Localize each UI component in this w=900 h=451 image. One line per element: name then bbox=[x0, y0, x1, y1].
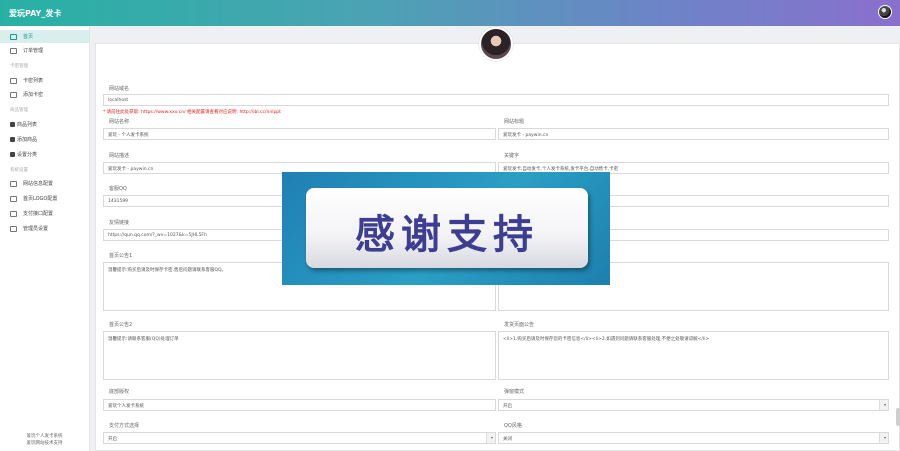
config-hint: * 请前往此处获取: https://www.xxx.cn/ 相关配置请查看对应… bbox=[103, 110, 281, 115]
copyright-label: 底部版权 bbox=[109, 389, 130, 395]
sidebar-item-label: 订单管理 bbox=[23, 48, 44, 54]
domain-input[interactable]: localhost bbox=[103, 94, 889, 106]
top-header: 爱玩PAY_发卡 bbox=[0, 0, 900, 26]
add-goods-icon bbox=[10, 137, 15, 142]
sidebar-item-card-list[interactable]: 卡密列表 bbox=[0, 74, 89, 87]
sidebar-item-category[interactable]: 设置分类 bbox=[0, 148, 89, 161]
switch-select-value: 开启 bbox=[503, 404, 512, 409]
qq-label: 客服QQ bbox=[109, 186, 127, 192]
site-name-label: 网站名称 bbox=[109, 119, 130, 125]
notice3-label: 发货页面公告 bbox=[504, 322, 535, 328]
notice1-label: 首页公告1 bbox=[109, 253, 133, 259]
notice2-label: 首页公告2 bbox=[109, 322, 133, 328]
admin-icon bbox=[10, 225, 17, 232]
switch-label: 弹窗模式 bbox=[504, 389, 525, 395]
sidebar-item-home[interactable]: 首页 bbox=[0, 30, 89, 43]
sidebar-item-label: 添加商品 bbox=[17, 137, 38, 143]
user-avatar[interactable] bbox=[878, 5, 892, 19]
sidebar-item-label: 管理员设置 bbox=[23, 226, 49, 232]
scrollbar-handle[interactable] bbox=[896, 408, 900, 426]
add-card-icon bbox=[10, 91, 17, 98]
site-title-input[interactable]: 爱玩发卡 - paywin.cn bbox=[498, 128, 889, 140]
sidebar-item-add-goods[interactable]: 添加商品 bbox=[0, 133, 89, 146]
card-list-icon bbox=[10, 77, 17, 84]
site-name-input[interactable]: 爱玩 - 个人发卡系统 bbox=[103, 128, 496, 140]
notice3-textarea[interactable]: <li>1.购买后请及时保存您的卡密信息</li><li>2.如遇到问题请联系客… bbox=[498, 331, 889, 380]
sidebar-item-label: 首页LOGO配置 bbox=[23, 196, 58, 202]
home-icon bbox=[10, 33, 17, 40]
chevron-down-icon: ▾ bbox=[883, 402, 886, 407]
mode-select[interactable]: 开启 ▾ bbox=[103, 432, 496, 444]
thanks-card: 感谢支持 bbox=[306, 188, 588, 268]
sidebar-item-label: 首页 bbox=[23, 34, 34, 40]
nav-group-cards: 卡密管理 bbox=[10, 64, 28, 69]
sidebar-footer-line1: 爱玩个人发卡系统 bbox=[26, 434, 63, 439]
thanks-text: 感谢支持 bbox=[355, 212, 539, 258]
sidebar-item-goods-list[interactable]: 商品列表 bbox=[0, 118, 89, 131]
nav-group-system: 系统设置 bbox=[10, 168, 28, 173]
notice2-textarea[interactable]: 温馨提示:请联系客服(QQ)处理订单 bbox=[103, 331, 496, 380]
sidebar-item-orders[interactable]: 订单管理 bbox=[0, 44, 89, 57]
sidebar-item-add-card[interactable]: 添加卡密 bbox=[0, 88, 89, 101]
sidebar-footer-line2: 爱玩网站技术支持 bbox=[26, 441, 63, 446]
sidebar-item-label: 支付接口配置 bbox=[23, 211, 54, 217]
mode-label: 支付方式选择 bbox=[109, 423, 140, 429]
switch-select[interactable]: 开启 ▾ bbox=[498, 399, 889, 411]
category-icon bbox=[10, 152, 15, 157]
sidebar-item-label: 网站信息配置 bbox=[23, 181, 54, 187]
sidebar-item-label: 卡密列表 bbox=[23, 78, 44, 84]
mode-select-value: 开启 bbox=[108, 437, 117, 442]
sidebar-item-site-info[interactable]: 网站信息配置 bbox=[0, 177, 89, 190]
order-icon bbox=[10, 47, 17, 54]
profile-avatar bbox=[479, 27, 513, 61]
brand-title[interactable]: 爱玩PAY_发卡 bbox=[9, 8, 61, 19]
copyright-input[interactable]: 爱玩个人发卡系统 bbox=[103, 399, 496, 411]
logo-icon bbox=[10, 195, 17, 202]
site-desc-label: 网站描述 bbox=[109, 153, 130, 159]
site-info-icon bbox=[10, 180, 17, 187]
sidebar-item-label: 添加卡密 bbox=[23, 92, 44, 98]
chevron-down-icon: ▾ bbox=[490, 435, 493, 440]
payment-icon bbox=[10, 210, 17, 217]
keywords-label: 关键字 bbox=[504, 153, 520, 159]
domain-label: 网站域名 bbox=[109, 86, 130, 92]
sidebar: 首页 订单管理 卡密管理 卡密列表 添加卡密 商品管理 商品列表 添加商品 设置… bbox=[0, 26, 90, 451]
qq-style-select[interactable]: 关闭 ▾ bbox=[498, 432, 889, 444]
sidebar-item-label: 设置分类 bbox=[17, 152, 38, 158]
nav-group-goods: 商品管理 bbox=[10, 108, 28, 113]
sidebar-item-logo[interactable]: 首页LOGO配置 bbox=[0, 192, 89, 205]
goods-list-icon bbox=[10, 122, 15, 127]
qq-style-label: QQ风格 bbox=[504, 423, 522, 429]
sidebar-item-admin[interactable]: 管理员设置 bbox=[0, 222, 89, 235]
qq-style-select-value: 关闭 bbox=[503, 437, 512, 442]
sidebar-item-payment[interactable]: 支付接口配置 bbox=[0, 207, 89, 220]
sidebar-item-label: 商品列表 bbox=[17, 122, 38, 128]
site-title-label: 网站标题 bbox=[504, 119, 525, 125]
friend-link-label: 友情链接 bbox=[109, 220, 130, 226]
thanks-banner: 感谢支持 bbox=[282, 172, 610, 285]
chevron-down-icon: ▾ bbox=[883, 435, 886, 440]
